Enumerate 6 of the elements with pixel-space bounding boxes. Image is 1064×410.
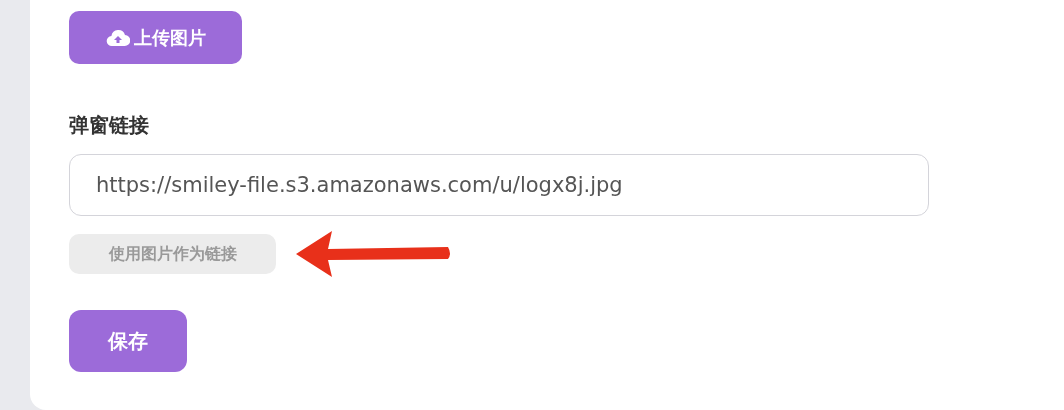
cloud-upload-icon <box>105 28 130 47</box>
field-label: 弹窗链接 <box>69 112 149 139</box>
use-image-as-link-chip[interactable]: 使用图片作为链接 <box>69 234 276 274</box>
upload-button[interactable]: 上传图片 <box>69 11 242 64</box>
link-input-field[interactable]: https://smiley-file.s3.amazonaws.com/u/logx8j.jpg <box>69 154 929 216</box>
save-button[interactable]: 保存 <box>69 310 187 372</box>
